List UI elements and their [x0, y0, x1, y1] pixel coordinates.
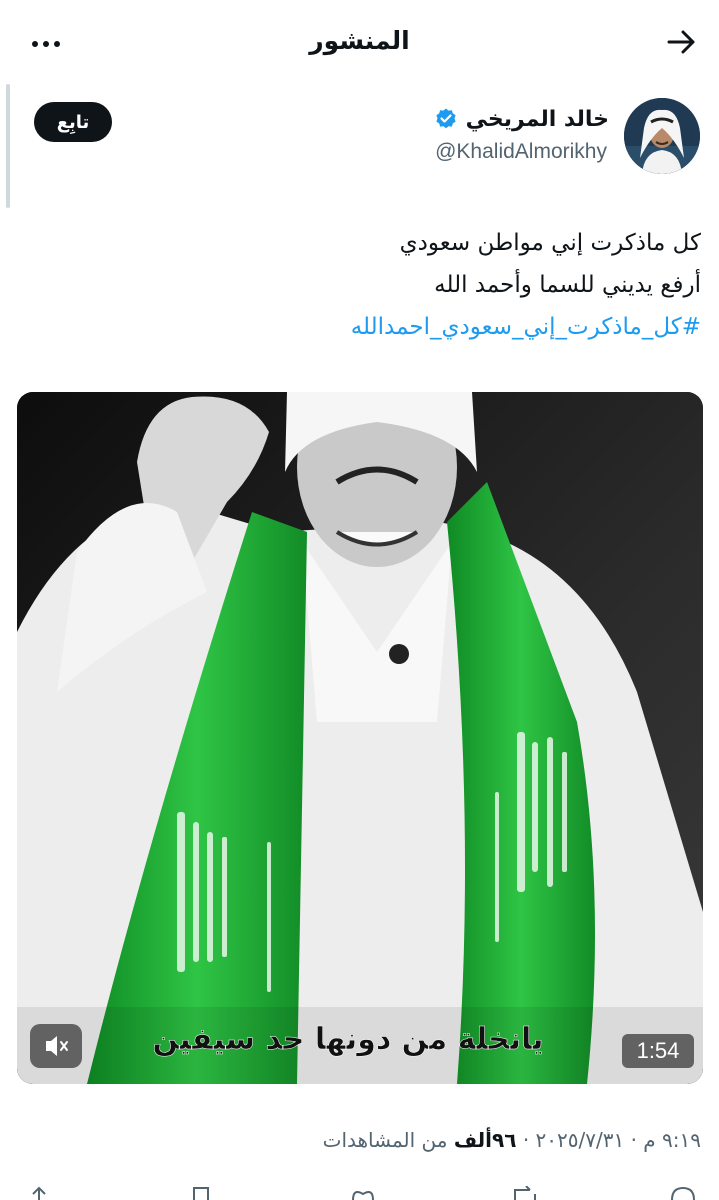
views-count: ٩٦ألف [453, 1128, 517, 1152]
verified-badge-icon [436, 108, 456, 129]
tweet-line-2: أرفع يديني للسما وأحمد الله [434, 272, 701, 298]
top-bar: المنشور [0, 0, 719, 84]
more-dots-icon[interactable] [28, 26, 64, 62]
follow-button[interactable]: تابِع [34, 102, 112, 142]
post-date[interactable]: ٢٠٢٥/٧/٣١ [536, 1128, 625, 1152]
avatar-image [624, 98, 700, 174]
tweet-text: كل ماذكرت إني مواطن سعودي أرفع يديني للس… [21, 222, 701, 348]
video-caption: يانخلة من دونها حد سيفين [152, 1022, 544, 1058]
action-bar [0, 1186, 719, 1200]
meta-separator-2: · [522, 1128, 530, 1152]
reply-icon[interactable] [668, 1186, 698, 1200]
views-label: من المشاهدات [322, 1128, 448, 1152]
video-player[interactable] [17, 392, 703, 1084]
repost-icon[interactable] [510, 1186, 540, 1200]
tweet-line-1: كل ماذكرت إني مواطن سعودي [399, 230, 701, 256]
bookmark-icon[interactable] [186, 1186, 216, 1200]
post-meta: ٩:١٩ م · ٢٠٢٥/٧/٣١ · ٩٦ألف من المشاهدات [323, 1128, 701, 1152]
author-name-row[interactable]: خالد المريخي [434, 104, 609, 134]
volume-muted-icon [46, 1036, 68, 1056]
scrollbar[interactable] [6, 84, 10, 208]
author-name[interactable]: خالد المريخي [466, 107, 609, 132]
mute-button[interactable] [30, 1024, 82, 1068]
hashtag-link[interactable]: #كل_ماذكرت_إني_سعودي_احمدالله [21, 306, 701, 348]
share-icon[interactable] [24, 1186, 54, 1200]
video-thumbnail [17, 392, 703, 1084]
avatar[interactable] [624, 98, 700, 174]
like-icon[interactable] [348, 1186, 378, 1200]
video-duration: 1:54 [622, 1034, 694, 1068]
post-time[interactable]: ٩:١٩ م [643, 1128, 701, 1152]
author-handle[interactable]: @KhalidAlmorikhy [435, 140, 607, 164]
arrow-right-icon[interactable] [663, 24, 699, 60]
page-title: المنشور [309, 26, 410, 55]
meta-separator: · [630, 1128, 637, 1152]
